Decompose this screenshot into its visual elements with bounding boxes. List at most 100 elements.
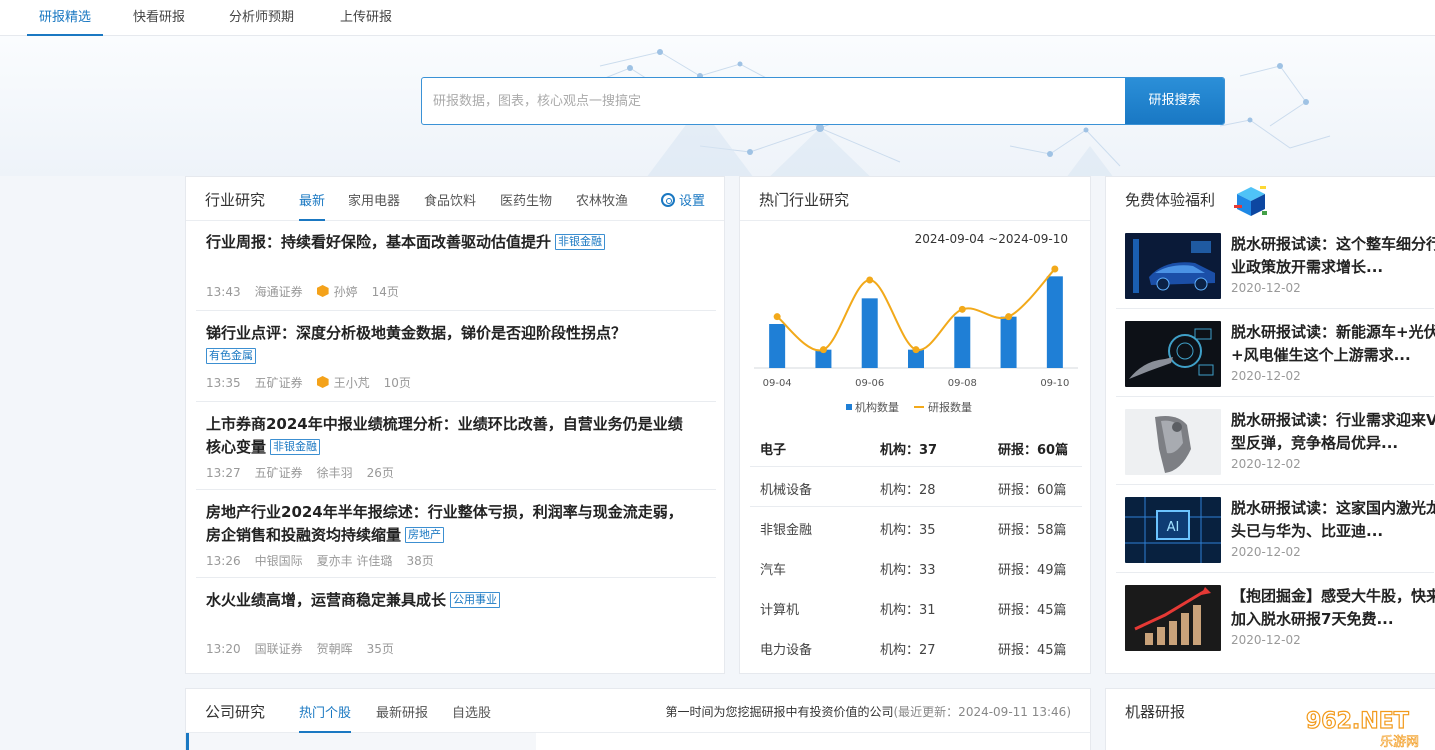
report-title[interactable]: 锑行业点评：深度分析极地黄金数据，锑价是否迎阶段性拐点？ 有色金属 [206, 322, 696, 368]
tab-latest-reports[interactable]: 最新研报 [376, 702, 428, 721]
report-item[interactable]: 房地产行业2024年半年报综述：行业整体亏损，利润率与现金流走弱，房企销售和投融… [196, 490, 716, 578]
industry-tag[interactable]: 公用事业 [450, 592, 501, 608]
point-09-05 [819, 346, 827, 354]
industry-row[interactable]: 汽车 机构：33 研报：49篇 [750, 547, 1082, 587]
tab-analyst-forecast[interactable]: 分析师预期 [229, 0, 294, 36]
cube-gift-icon [1234, 186, 1267, 216]
sculpture-image [1125, 409, 1221, 475]
point-09-10 [1051, 265, 1059, 273]
industry-header: 行业研究 最新 家用电器 食品饮料 医药生物 农林牧渔 设置 [186, 177, 724, 221]
verified-analyst-icon [316, 376, 329, 388]
car-image [1125, 233, 1221, 299]
tech-hand-image [1125, 321, 1221, 387]
industry-name: 机械设备 [760, 483, 813, 498]
point-09-06 [866, 276, 874, 284]
tab-pharma-bio[interactable]: 医药生物 [500, 190, 552, 209]
date-range: 2024-09-04 ~2024-09-10 [914, 232, 1068, 246]
stock-list-panel [186, 733, 536, 750]
report-title[interactable]: 房地产行业2024年半年报综述：行业整体亏损，利润率与现金流走弱，房企销售和投融… [206, 501, 696, 547]
report-meta: 13:43 海通证券 孙婷 14页 [206, 285, 399, 299]
industry-row[interactable]: 电力设备 机构：27 研报：45篇 [750, 627, 1082, 667]
tab-upload-report[interactable]: 上传研报 [340, 0, 392, 36]
search-button[interactable]: 研报搜索 [1125, 78, 1224, 124]
report-meta: 13:27 五矿证券 徐丰羽 26页 [206, 466, 394, 480]
promo-item[interactable]: 脱水研报试读：行业需求迎来V型反弹，竞争格局优异... 2020-12-02 [1116, 397, 1435, 485]
promo-title: 免费体验福利 [1125, 191, 1216, 209]
search-input[interactable] [422, 78, 1126, 124]
report-item[interactable]: 锑行业点评：深度分析极地黄金数据，锑价是否迎阶段性拐点？ 有色金属 13:35 五矿… [196, 311, 716, 402]
promo-item-title: 脱水研报试读：新能源车+光伏+风电催生这个上游需求... [1231, 323, 1435, 364]
ai-chip-image: AI [1125, 497, 1221, 563]
report-meta: 13:26 中银国际 夏亦丰 许佳璐 38页 [206, 554, 434, 568]
point-09-07 [912, 346, 920, 354]
promo-item-title: 脱水研报试读：这家国内激光龙头已与华为、比亚迪... [1231, 499, 1435, 540]
promo-item-title: 脱水研报试读：这个整车细分行业政策放开需求增长... [1231, 235, 1435, 276]
point-09-04 [773, 313, 781, 321]
report-item[interactable]: 上市券商2024年中报业绩梳理分析：业绩环比改善，自营业务仍是业绩核心变量 非银金… [196, 402, 716, 490]
industry-name: 汽车 [760, 563, 787, 578]
hot-industry-card: 热门行业研究 2024-09-04 ~2024-09-10 09-04 09-06… [739, 176, 1091, 674]
institution-count: 机构：28 [880, 483, 936, 498]
company-research-card: 公司研究 热门个股 最新研报 自选股 第一时间为您挖掘研报中有投资价值的公司(最… [185, 688, 1091, 750]
report-title[interactable]: 上市券商2024年中报业绩梳理分析：业绩环比改善，自营业务仍是业绩核心变量 非银金… [206, 413, 696, 459]
growth-chart-image [1125, 585, 1221, 651]
promo-item[interactable]: AI 脱水研报试读：这家国内激光龙头已与华为、比亚迪... 2020-12-02 [1116, 485, 1435, 573]
point-09-08 [958, 305, 966, 313]
industry-name: 电力设备 [760, 643, 813, 658]
x-tick-label: 09-08 [948, 378, 977, 389]
industry-tag[interactable]: 非银金融 [555, 234, 606, 250]
tab-hot-stocks[interactable]: 热门个股 [299, 702, 352, 733]
settings-button[interactable]: 设置 [660, 190, 705, 209]
bar-09-08 [954, 316, 971, 368]
report-count: 研报：49篇 [998, 563, 1067, 578]
report-count: 研报：58篇 [998, 523, 1067, 538]
legend-line-label: 研报数量 [928, 400, 972, 414]
report-count: 研报：45篇 [998, 603, 1067, 618]
report-title[interactable]: 水火业绩高增，运营商稳定兼具成长 公用事业 [206, 589, 696, 612]
promo-item-title: 【抱团掘金】感受大牛股，快来加入脱水研报7天免费... [1231, 587, 1435, 628]
industry-research-card: 行业研究 最新 家用电器 食品饮料 医药生物 农林牧渔 设置 行业周报：持续看好… [185, 176, 725, 674]
tab-watchlist[interactable]: 自选股 [452, 702, 491, 721]
industry-tag[interactable]: 非银金融 [270, 439, 321, 455]
tab-quick-reports[interactable]: 快看研报 [133, 0, 185, 36]
institution-count: 机构：27 [880, 643, 936, 658]
report-meta: 13:20 国联证券 贺朝晖 35页 [206, 642, 394, 656]
site-watermark: 962.NET 乐游网 [1296, 700, 1433, 750]
tab-featured-reports[interactable]: 研报精选 [27, 0, 103, 36]
company-header: 公司研究 热门个股 最新研报 自选股 第一时间为您挖掘研报中有投资价值的公司(最… [186, 689, 1090, 733]
tab-food-beverage[interactable]: 食品饮料 [424, 190, 476, 209]
industry-row[interactable]: 机械设备 机构：28 研报：60篇 [750, 467, 1082, 507]
industry-row[interactable]: 电子 机构：37 研报：60篇 [750, 427, 1082, 467]
report-item[interactable]: 行业周报：持续看好保险，基本面改善驱动估值提升 非银金融 13:43 海通证券 孙婷 1… [196, 231, 716, 311]
x-tick-label: 09-04 [763, 378, 792, 389]
industry-row[interactable]: 计算机 机构：31 研报：45篇 [750, 587, 1082, 627]
legend-bar-swatch [846, 404, 852, 410]
tab-home-appliances[interactable]: 家用电器 [348, 190, 400, 209]
company-desc: 第一时间为您挖掘研报中有投资价值的公司(最近更新：2024-09-11 13:4… [665, 705, 1071, 719]
legend-bar-label: 机构数量 [855, 400, 899, 414]
settings-label: 设置 [678, 194, 705, 209]
promo-item[interactable]: 【抱团掘金】感受大牛股，快来加入脱水研报7天免费... 2020-12-02 [1116, 573, 1435, 661]
gear-icon [660, 193, 675, 207]
x-tick-label: 09-10 [1040, 378, 1069, 389]
industry-name: 非银金融 [760, 523, 813, 538]
industry-tag[interactable]: 有色金属 [206, 348, 256, 364]
tab-agriculture[interactable]: 农林牧渔 [576, 190, 628, 209]
x-tick-label: 09-06 [855, 378, 884, 389]
report-count: 研报：45篇 [998, 643, 1067, 658]
report-count: 研报：60篇 [998, 483, 1067, 498]
industry-row[interactable]: 非银金融 机构：35 研报：58篇 [750, 507, 1082, 547]
report-meta: 13:35 五矿证券 王小芃 10页 [206, 376, 411, 390]
tab-latest[interactable]: 最新 [299, 190, 326, 221]
promo-item[interactable]: 脱水研报试读：这个整车细分行业政策放开需求增长... 2020-12-02 [1116, 221, 1435, 309]
hot-industry-chart: 09-04 09-06 09-08 09-10 机构数量 研报数量 [754, 265, 1078, 414]
top-nav: 研报精选 快看研报 分析师预期 上传研报 [0, 0, 1435, 36]
svg-text:AI: AI [1167, 520, 1180, 535]
report-item[interactable]: 水火业绩高增，运营商稳定兼具成长 公用事业 13:20 国联证券 贺朝晖 35页 [196, 578, 716, 668]
promo-item-date: 2020-12-02 [1231, 633, 1301, 647]
promo-item[interactable]: 脱水研报试读：新能源车+光伏+风电催生这个上游需求... 2020-12-02 [1116, 309, 1435, 397]
institution-count: 机构：35 [880, 523, 936, 538]
industry-tag[interactable]: 房地产 [405, 527, 445, 543]
industry-name: 电子 [760, 443, 787, 458]
report-title[interactable]: 行业周报：持续看好保险，基本面改善驱动估值提升 非银金融 [206, 231, 696, 254]
